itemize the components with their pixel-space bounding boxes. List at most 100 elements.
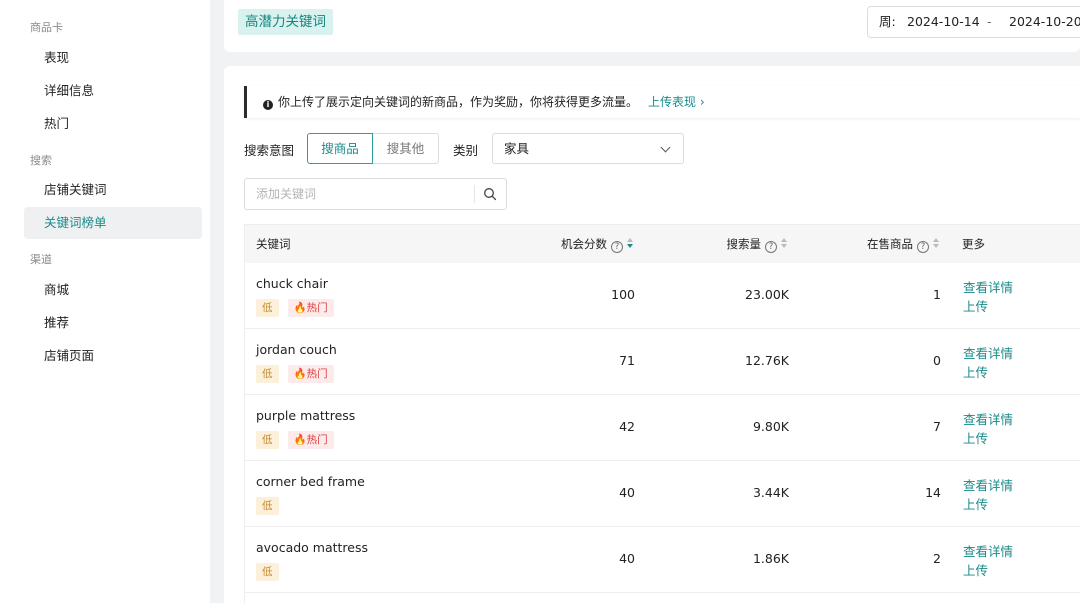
keyword-text: corner bed frame bbox=[256, 474, 365, 489]
upload-link[interactable]: 上传 bbox=[963, 494, 988, 513]
keyword-search bbox=[244, 178, 507, 210]
hot-badge-label: 热门 bbox=[306, 302, 328, 314]
date-range-label: 周: bbox=[879, 14, 896, 29]
competition-badge: 低 bbox=[256, 497, 279, 515]
category-value: 家具 bbox=[504, 141, 530, 156]
header-stock-label: 在售商品 bbox=[867, 237, 913, 251]
header-stock[interactable]: 在售商品? bbox=[867, 225, 941, 263]
products-on-sale: 7 bbox=[933, 419, 941, 434]
upload-performance-link[interactable]: 上传表现 › bbox=[648, 95, 705, 109]
fire-icon: 🔥 bbox=[293, 302, 307, 314]
sidebar: 商品卡 表现 详细信息 热门 搜索 店铺关键词 关键词榜单 渠道 商城 推荐 店… bbox=[0, 0, 210, 603]
search-volume: 9.80K bbox=[752, 419, 789, 434]
hot-badge: 🔥热门 bbox=[287, 365, 334, 383]
view-details-link[interactable]: 查看详情 bbox=[963, 277, 1013, 296]
products-on-sale: 14 bbox=[925, 485, 941, 500]
sidebar-section-channels: 渠道 bbox=[30, 253, 52, 266]
products-on-sale: 1 bbox=[933, 287, 941, 302]
sidebar-section-product-card: 商品卡 bbox=[30, 21, 63, 34]
category-select[interactable]: 家具 bbox=[492, 133, 684, 164]
keyword-text: purple mattress bbox=[256, 408, 356, 423]
upload-link[interactable]: 上传 bbox=[963, 296, 988, 315]
search-volume: 23.00K bbox=[745, 287, 789, 302]
page-title: 高潜力关键词 bbox=[238, 9, 333, 35]
search-intent-label: 搜索意图 bbox=[244, 143, 295, 158]
view-details-link[interactable]: 查看详情 bbox=[963, 541, 1013, 560]
products-on-sale: 2 bbox=[933, 551, 941, 566]
header-keyword: 关键词 bbox=[256, 237, 291, 251]
hot-badge-label: 热门 bbox=[306, 434, 328, 446]
view-details-link[interactable]: 查看详情 bbox=[963, 475, 1013, 494]
search-volume: 12.76K bbox=[745, 353, 789, 368]
sort-icon[interactable] bbox=[627, 238, 635, 250]
sort-icon[interactable] bbox=[781, 238, 789, 250]
opportunity-score: 42 bbox=[619, 419, 635, 434]
search-volume: 1.86K bbox=[752, 551, 789, 566]
header-more: 更多 bbox=[962, 237, 985, 251]
sidebar-section-search: 搜索 bbox=[30, 154, 52, 167]
sidebar-item-performance[interactable]: 表现 bbox=[24, 42, 202, 74]
table-row: purple mattress 低 🔥热门 42 9.80K 7 查看详情 上传 bbox=[245, 395, 1080, 461]
sort-icon[interactable] bbox=[933, 238, 941, 250]
sidebar-item-popular[interactable]: 热门 bbox=[24, 108, 202, 140]
date-start[interactable]: 2024-10-14 bbox=[907, 7, 980, 37]
notice-text: 你上传了展示定向关键词的新商品，作为奖励，你将获得更多流量。 bbox=[278, 95, 639, 109]
sidebar-item-recommend[interactable]: 推荐 bbox=[24, 307, 202, 339]
header-score-label: 机会分数 bbox=[561, 237, 607, 251]
view-details-link[interactable]: 查看详情 bbox=[963, 409, 1013, 428]
competition-badge: 低 bbox=[256, 431, 279, 449]
opportunity-score: 40 bbox=[619, 551, 635, 566]
keyword-badges: 低 🔥热门 bbox=[256, 431, 334, 449]
products-on-sale: 0 bbox=[933, 353, 941, 368]
keyword-text: jordan couch bbox=[256, 342, 337, 357]
opportunity-score: 40 bbox=[619, 485, 635, 500]
sidebar-item-details[interactable]: 详细信息 bbox=[24, 75, 202, 107]
table-header: 关键词 机会分数? 搜索量? 在售商品? 更多 bbox=[245, 225, 1080, 263]
fire-icon: 🔥 bbox=[293, 434, 307, 446]
info-icon: i bbox=[263, 100, 273, 110]
help-icon[interactable]: ? bbox=[765, 241, 777, 253]
keyword-badges: 低 🔥热门 bbox=[256, 299, 334, 317]
table-row: avocado mattress 低 40 1.86K 2 查看详情 上传 bbox=[245, 527, 1080, 593]
chevron-down-icon bbox=[660, 142, 671, 153]
sidebar-item-mall[interactable]: 商城 bbox=[24, 274, 202, 306]
search-volume: 3.44K bbox=[752, 485, 789, 500]
keyword-badges: 低 bbox=[256, 497, 279, 515]
sidebar-item-keyword-ranking[interactable]: 关键词榜单 bbox=[24, 207, 202, 239]
keyword-text: chuck chair bbox=[256, 276, 328, 291]
keyword-search-input[interactable] bbox=[245, 179, 473, 209]
upload-link[interactable]: 上传 bbox=[963, 560, 988, 579]
table-row: corner bed frame 低 40 3.44K 14 查看详情 上传 bbox=[245, 461, 1080, 527]
fire-icon: 🔥 bbox=[293, 368, 307, 380]
intent-search-other-button[interactable]: 搜其他 bbox=[373, 133, 439, 164]
opportunity-score: 71 bbox=[619, 353, 635, 368]
opportunity-score: 100 bbox=[611, 287, 635, 302]
search-divider bbox=[474, 185, 475, 203]
help-icon[interactable]: ? bbox=[917, 241, 929, 253]
keyword-badges: 低 🔥热门 bbox=[256, 365, 334, 383]
date-range-picker[interactable]: 周: 2024-10-14 - 2024-10-20 bbox=[867, 6, 1080, 38]
intent-search-products-button[interactable]: 搜商品 bbox=[307, 133, 373, 164]
notice-banner: i 你上传了展示定向关键词的新商品，作为奖励，你将获得更多流量。 上传表现 › bbox=[244, 86, 1080, 118]
search-icon[interactable] bbox=[483, 187, 497, 201]
keyword-text: avocado mattress bbox=[256, 540, 369, 555]
competition-badge: 低 bbox=[256, 299, 279, 317]
header-card: 高潜力关键词 周: 2024-10-14 - 2024-10-20 bbox=[224, 0, 1080, 52]
hot-badge-label: 热门 bbox=[306, 368, 328, 380]
header-volume[interactable]: 搜索量? bbox=[727, 225, 790, 263]
header-volume-label: 搜索量 bbox=[726, 237, 762, 251]
keyword-table: 关键词 机会分数? 搜索量? 在售商品? 更多 chuck chair 低 🔥热… bbox=[244, 224, 1080, 603]
hot-badge: 🔥热门 bbox=[287, 431, 334, 449]
help-icon[interactable]: ? bbox=[611, 241, 623, 253]
header-score[interactable]: 机会分数? bbox=[561, 225, 635, 263]
sidebar-item-shop-page[interactable]: 店铺页面 bbox=[24, 340, 202, 372]
upload-link[interactable]: 上传 bbox=[963, 362, 988, 381]
hot-badge: 🔥热门 bbox=[287, 299, 334, 317]
view-details-link[interactable]: 查看详情 bbox=[963, 343, 1013, 362]
table-row: jordan couch 低 🔥热门 71 12.76K 0 查看详情 上传 bbox=[245, 329, 1080, 395]
category-label: 类别 bbox=[453, 143, 479, 158]
date-end[interactable]: 2024-10-20 bbox=[1009, 7, 1080, 37]
competition-badge: 低 bbox=[256, 365, 279, 383]
sidebar-item-shop-keywords[interactable]: 店铺关键词 bbox=[24, 174, 202, 206]
upload-link[interactable]: 上传 bbox=[963, 428, 988, 447]
